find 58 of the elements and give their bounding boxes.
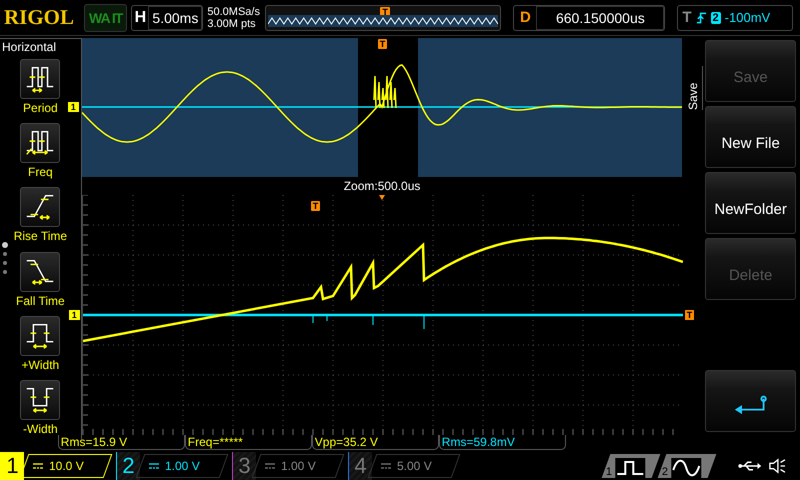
dc-coupling-icon (149, 463, 159, 469)
measure-button[interactable] (20, 380, 60, 420)
measure-label: Fall Time (16, 294, 65, 308)
speaker-icon (768, 458, 786, 474)
trigger-level-marker: T (684, 310, 694, 320)
channel-scale: 1.00 V (281, 459, 316, 473)
measurement-readout: Freq=***** (184, 435, 312, 450)
source-box[interactable]: 2 (658, 454, 716, 478)
trigger-position-icon (378, 195, 385, 200)
trigger-label: T (682, 9, 692, 26)
measure-label: Rise Time (14, 229, 68, 244)
run-status: WA IT (84, 4, 128, 32)
measure-button[interactable] (20, 59, 60, 99)
measure-label: Freq (28, 165, 53, 180)
channel-scale: 10.0 V (49, 459, 84, 473)
measurement-readout: Vpp=35.2 V (312, 435, 439, 450)
trigger-source: 2 (710, 12, 721, 24)
measure-label: +Width (22, 358, 60, 372)
return-button[interactable] (705, 370, 796, 432)
measure-label: -Width (23, 422, 58, 436)
softkey-button[interactable]: NewFolder (705, 172, 796, 234)
page-indicator-icon (1, 241, 9, 277)
measure-label: Period (23, 101, 58, 115)
measure-button[interactable] (20, 316, 60, 356)
channel-marker: 1 (68, 310, 80, 320)
timebase-label: H (134, 8, 148, 26)
trigger-level: -100mV (724, 10, 770, 25)
dc-coupling-icon (265, 463, 275, 469)
channel-scale: 1.00 V (165, 459, 200, 473)
menu-title: Horizontal (1, 39, 58, 55)
measure-button[interactable] (20, 187, 60, 228)
channel-tab[interactable]: 3 (232, 452, 256, 480)
measurement-readout: Rms=59.8mV (438, 435, 566, 450)
zoom-timebase: Zoom:500.0us (342, 178, 422, 195)
channel-tab[interactable]: 1 (0, 452, 24, 480)
source-number: 1 (606, 466, 612, 478)
measure-button[interactable] (20, 252, 60, 292)
softkey-button[interactable]: New File (705, 106, 796, 168)
delay-label: D (518, 9, 532, 26)
measurement-readout: Rms=15.9 V (58, 435, 185, 450)
channel-marker: 1 (68, 102, 79, 112)
brand-logo: RIGOL (4, 5, 76, 30)
memory-depth: 3.00M pts (207, 18, 257, 30)
usb-icon (738, 460, 762, 472)
timebase-value: 5.00ms (148, 6, 202, 30)
delay-value: 660.150000us (536, 6, 664, 30)
trigger-marker: T (310, 201, 320, 211)
source-box[interactable]: 1 (602, 454, 660, 478)
dc-coupling-icon (381, 463, 391, 469)
sample-rate: 50.0MSa/s (207, 6, 261, 18)
measure-button[interactable] (20, 123, 60, 164)
source-number: 2 (662, 466, 668, 478)
channel-scale: 5.00 V (397, 459, 432, 473)
channel-tab[interactable]: 2 (116, 452, 140, 480)
return-arrow-icon (732, 394, 769, 416)
rising-edge-icon (696, 10, 707, 24)
channel-tab[interactable]: 4 (348, 452, 372, 480)
dc-coupling-icon (33, 463, 43, 469)
